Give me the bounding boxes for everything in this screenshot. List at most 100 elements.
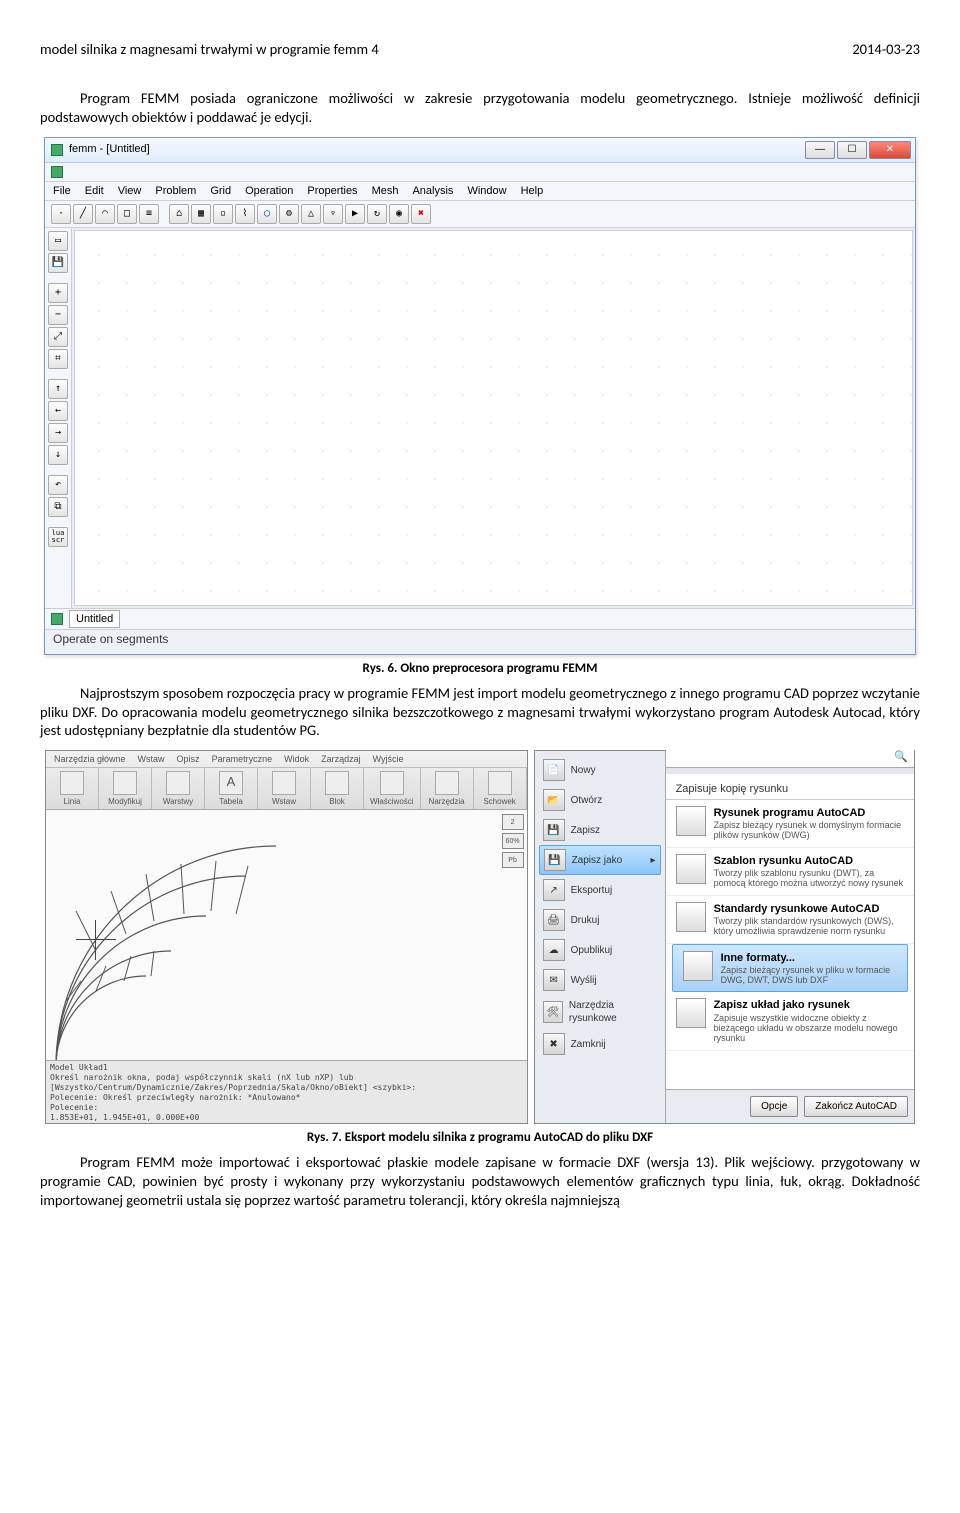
pan-down-icon[interactable]: ↓	[48, 445, 68, 465]
props-icon[interactable]	[380, 771, 404, 795]
arc-tool-icon[interactable]: ◠	[95, 204, 115, 224]
crank-icon[interactable]: ↻	[367, 204, 387, 224]
separator-icon	[48, 275, 66, 281]
clipboard-icon[interactable]	[488, 771, 512, 795]
ribbon-panel: Modyfikuj	[99, 768, 152, 809]
close-button[interactable]: ✕	[869, 141, 911, 159]
pan-up-icon[interactable]: ↑	[48, 379, 68, 399]
undo-icon[interactable]: ↶	[48, 475, 68, 495]
run-icon[interactable]: ▶	[345, 204, 365, 224]
menu-item-close[interactable]: ✖Zamknij	[535, 1029, 665, 1059]
exit-autocad-button[interactable]: Zakończ AutoCAD	[804, 1096, 908, 1117]
mesh-icon[interactable]: △	[301, 204, 321, 224]
save-as-dwt[interactable]: Szablon rysunku AutoCADTworzy plik szabl…	[666, 848, 914, 896]
menu-item-save[interactable]: 💾Zapisz	[535, 815, 665, 845]
menu-grid[interactable]: Grid	[210, 184, 231, 198]
doc-tab[interactable]: Untitled	[69, 610, 120, 628]
ribbon-panel: Warstwy	[152, 768, 205, 809]
menu-analysis[interactable]: Analysis	[412, 184, 453, 198]
layers-icon[interactable]	[166, 771, 190, 795]
ribbon-tab[interactable]: Zarządzaj	[319, 753, 363, 767]
tools-icon[interactable]	[435, 771, 459, 795]
menu-help[interactable]: Help	[521, 184, 544, 198]
menu-item-open[interactable]: 📂Otwórz	[535, 785, 665, 815]
delete-mesh-icon[interactable]: ▿	[323, 204, 343, 224]
grid-size-icon[interactable]: ▫	[213, 204, 233, 224]
autocad-command-area: Model Układ1 Określ narożnik okna, podaj…	[46, 1060, 527, 1123]
menu-file[interactable]: File	[53, 184, 71, 198]
menu-item-save-as[interactable]: 💾Zapisz jako▸	[539, 845, 661, 875]
femm-app-icon	[51, 144, 63, 156]
ribbon-tab[interactable]: Narzędzia główne	[52, 753, 128, 767]
doc-date: 2014-03-23	[852, 40, 920, 59]
zoom-fit-icon[interactable]: ⤢	[48, 327, 68, 347]
menu-item-send[interactable]: ✉Wyślij	[535, 965, 665, 995]
minimize-button[interactable]: —	[805, 141, 835, 159]
close-file-icon: ✖	[543, 1033, 565, 1055]
mini-palette-item[interactable]: 2	[502, 814, 524, 830]
export-icon: ↗	[543, 879, 565, 901]
zoom-window-icon[interactable]: ⌗	[48, 349, 68, 369]
save-layout-as-drawing[interactable]: Zapisz układ jako rysunekZapisuje wszyst…	[666, 992, 914, 1050]
group-tool-icon[interactable]: ≡	[139, 204, 159, 224]
materials-icon[interactable]: ⚙	[279, 204, 299, 224]
femm-canvas[interactable]	[74, 230, 913, 606]
menu-edit[interactable]: Edit	[85, 184, 104, 198]
wire-icon[interactable]: ⌇	[235, 204, 255, 224]
menu-item-drawing-tools[interactable]: 🛠Narzędzia rysunkowe	[535, 995, 665, 1029]
text-icon[interactable]: A	[219, 771, 243, 795]
modify-icon[interactable]	[113, 771, 137, 795]
script-icon[interactable]: luascr	[48, 527, 68, 547]
layout-icon	[676, 998, 706, 1028]
menu-properties[interactable]: Properties	[307, 184, 357, 198]
menu-item-publish[interactable]: ☁Opublikuj	[535, 935, 665, 965]
zoom-out-icon[interactable]: −	[48, 305, 68, 325]
menu-window[interactable]: Window	[467, 184, 506, 198]
cmd-prompt[interactable]: Polecenie:	[50, 1103, 523, 1113]
pan-left-icon[interactable]: ←	[48, 401, 68, 421]
pan-right-icon[interactable]: →	[48, 423, 68, 443]
block-tool-icon[interactable]: □	[117, 204, 137, 224]
ribbon-tab[interactable]: Opisz	[175, 753, 202, 767]
ribbon-tab[interactable]: Wyjście	[371, 753, 406, 767]
ribbon-panel: Blok	[311, 768, 364, 809]
save-icon[interactable]: 💾	[48, 253, 68, 273]
props-tool-icon[interactable]: ⌂	[169, 204, 189, 224]
line-icon[interactable]	[60, 771, 84, 795]
insert-icon[interactable]	[272, 771, 296, 795]
menu-view[interactable]: View	[118, 184, 142, 198]
ribbon-panel: ATabela	[205, 768, 258, 809]
options-button[interactable]: Opcje	[750, 1096, 798, 1117]
mini-palette-item[interactable]: 60%	[502, 833, 524, 849]
maximize-button[interactable]: ☐	[837, 141, 867, 159]
save-as-dwg[interactable]: Rysunek programu AutoCADZapisz bieżący r…	[666, 800, 914, 848]
ribbon-tab[interactable]: Parametryczne	[210, 753, 275, 767]
mini-palette-item[interactable]: Pb	[502, 852, 524, 868]
circle-icon[interactable]: ◯	[257, 204, 277, 224]
app-menu-search[interactable]: 🔍	[666, 747, 914, 768]
menu-item-export[interactable]: ↗Eksportuj	[535, 875, 665, 905]
ribbon-panel: Wstaw	[258, 768, 311, 809]
ribbon-tab[interactable]: Widok	[282, 753, 311, 767]
copy-icon[interactable]: ⧉	[48, 497, 68, 517]
grid-snap-icon[interactable]: ▦	[191, 204, 211, 224]
save-as-dws[interactable]: Standardy rysunkowe AutoCADTworzy plik s…	[666, 896, 914, 944]
menu-item-new[interactable]: 📄Nowy	[535, 755, 665, 785]
model-tabs[interactable]: Model Układ1	[50, 1063, 523, 1073]
menu-item-print[interactable]: 🖨Drukuj	[535, 905, 665, 935]
ribbon-panel: Schowek	[474, 768, 527, 809]
ribbon-tab[interactable]: Wstaw	[136, 753, 167, 767]
menu-problem[interactable]: Problem	[155, 184, 196, 198]
node-tool-icon[interactable]: ·	[51, 204, 71, 224]
view-results-icon[interactable]: ◉	[389, 204, 409, 224]
autocad-canvas[interactable]: 2 60% Pb	[46, 810, 527, 1060]
menu-operation[interactable]: Operation	[245, 184, 293, 198]
zoom-in-icon[interactable]: +	[48, 283, 68, 303]
save-as-other-formats[interactable]: Inne formaty...Zapisz bieżący rysunek w …	[672, 944, 908, 993]
print-icon: 🖨	[543, 909, 565, 931]
open-icon[interactable]: ▭	[48, 231, 68, 251]
cancel-icon[interactable]: ✖	[411, 204, 431, 224]
menu-mesh[interactable]: Mesh	[372, 184, 399, 198]
block-icon[interactable]	[325, 771, 349, 795]
segment-tool-icon[interactable]: ╱	[73, 204, 93, 224]
